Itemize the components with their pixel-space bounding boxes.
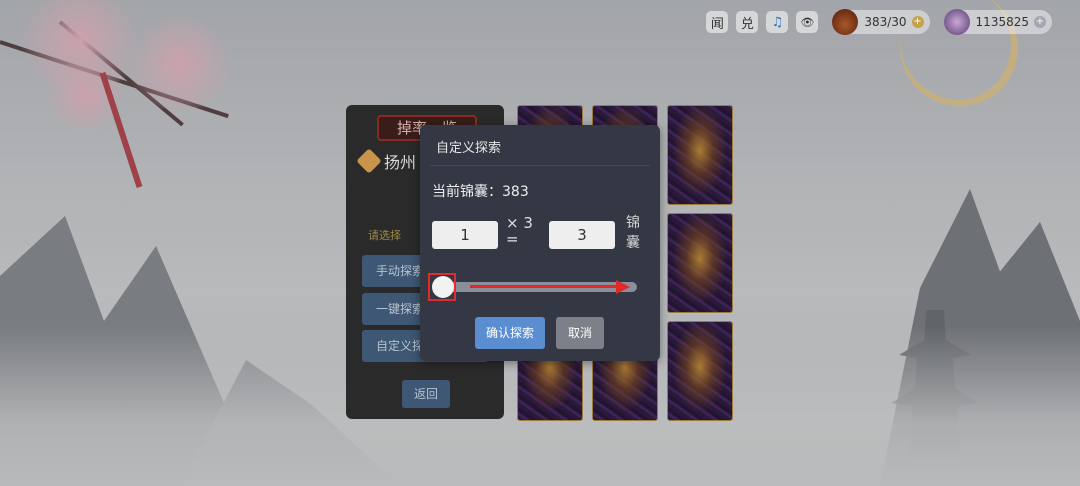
multiplier-label: × 3 = [506, 215, 533, 247]
news-icon[interactable]: 闻 [706, 11, 729, 33]
select-hint: 请选择 [368, 229, 401, 242]
coin-pouch-icon [943, 9, 970, 35]
current-bag-count: 当前锦囊：383 [432, 184, 529, 200]
dialog-title: 自定义探索 [436, 141, 502, 156]
bag-count: 383/30 [864, 15, 907, 29]
total-input: 3 [549, 221, 615, 249]
unit-label: 锦囊 [626, 215, 640, 251]
redeem-icon[interactable]: 兑 [736, 11, 759, 33]
eye-icon[interactable]: 👁 [796, 11, 819, 33]
add-bag-button[interactable]: + [911, 16, 924, 28]
dialog-divider [430, 165, 650, 166]
bag-resource: 383/30 + [832, 9, 930, 35]
annotation-highlight-box [428, 273, 456, 301]
add-coin-button[interactable]: + [1034, 16, 1046, 28]
music-icon[interactable]: ♫ [766, 11, 789, 33]
location-icon [356, 148, 382, 174]
top-bar: 闻 兑 ♫ 👁 383/30 + 1135825 + [706, 9, 1052, 35]
annotation-arrow-line [470, 285, 620, 288]
card-slot[interactable] [667, 321, 733, 421]
cancel-button[interactable]: 取消 [556, 317, 604, 349]
card-slot[interactable] [667, 105, 733, 205]
confirm-explore-button[interactable]: 确认探索 [475, 317, 545, 349]
card-slot[interactable] [667, 213, 733, 313]
back-button[interactable]: 返回 [402, 380, 450, 408]
coin-count: 1135825 [975, 15, 1029, 29]
quantity-input[interactable]: 1 [432, 221, 498, 249]
location-name: 扬州 [384, 153, 417, 172]
location-row: 扬州 [356, 148, 417, 174]
annotation-arrow-head [616, 280, 630, 294]
equals-sign: = [506, 230, 519, 248]
silk-bag-icon [832, 9, 859, 35]
multiplier-text: × 3 [506, 214, 533, 232]
custom-explore-dialog: 自定义探索 当前锦囊：383 1 × 3 = 3 锦囊 确认探索 取消 [420, 125, 660, 361]
coin-resource: 1135825 + [943, 9, 1052, 35]
